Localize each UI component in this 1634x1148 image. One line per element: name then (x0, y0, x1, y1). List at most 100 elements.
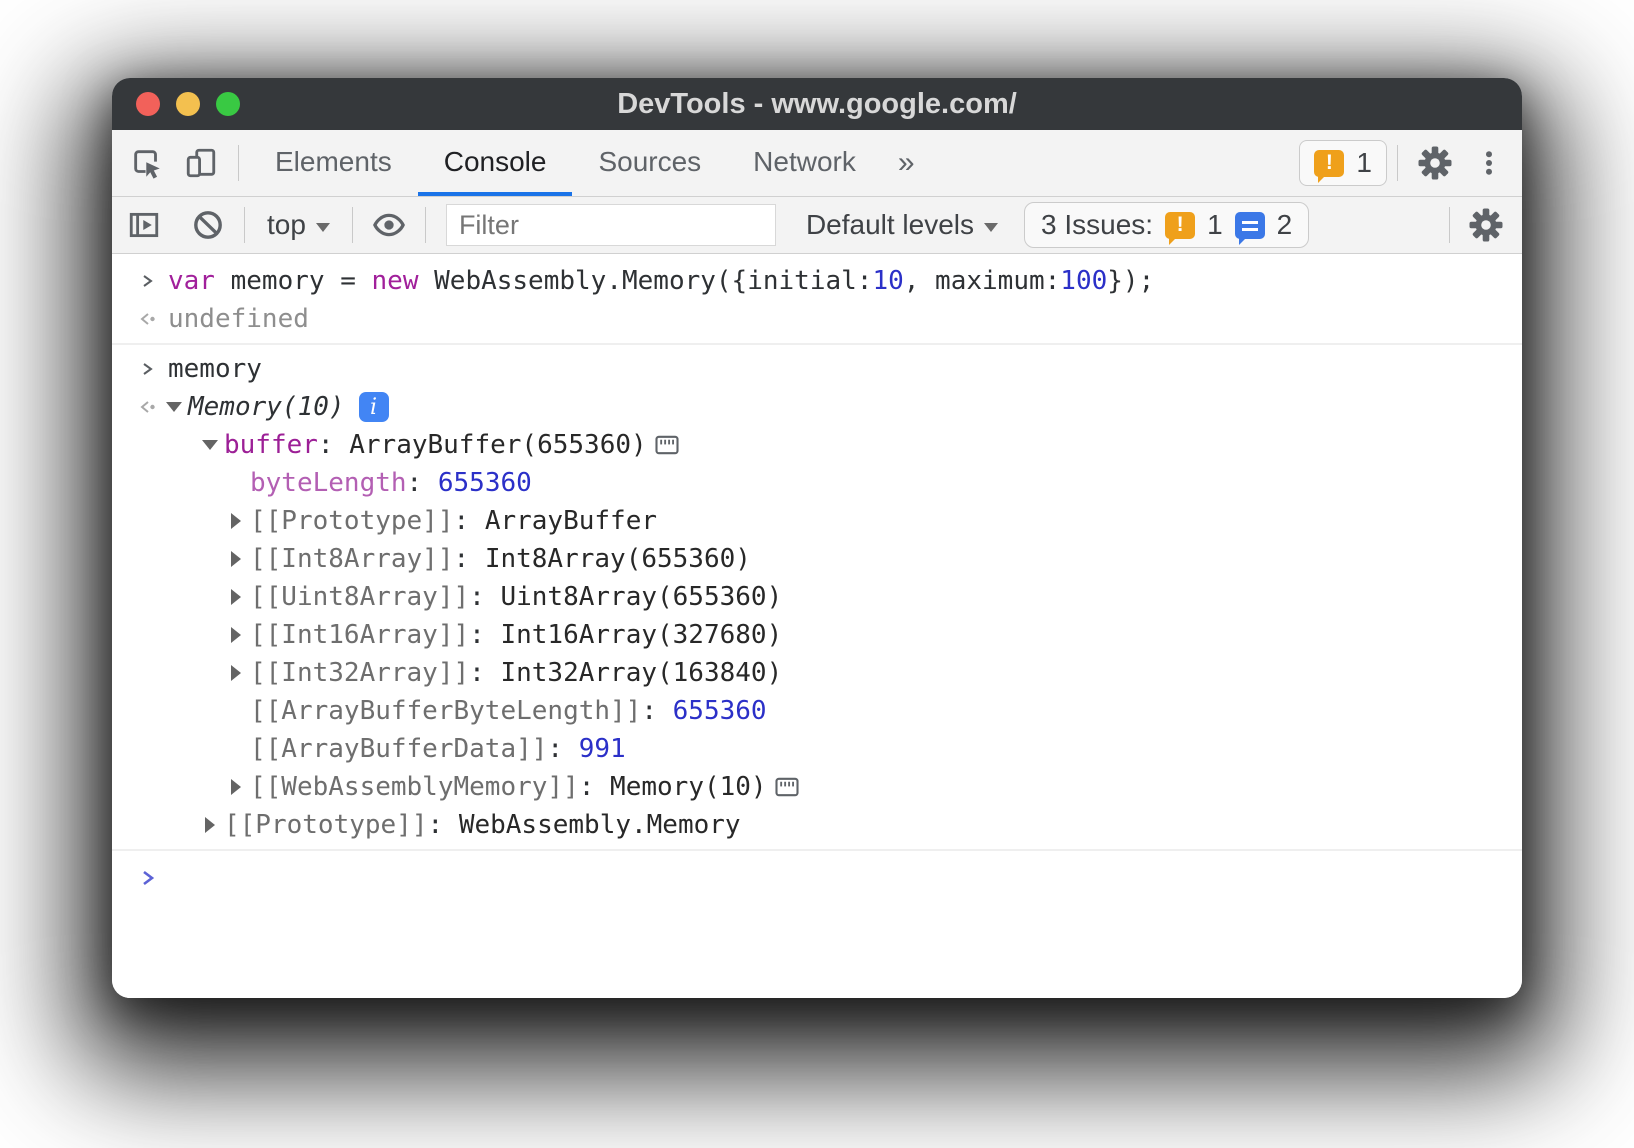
object-preview: Memory(10) (188, 392, 345, 422)
tree-row-webassemblymemory: [[WebAssemblyMemory]]: Memory(10) (112, 768, 1522, 806)
colon: : (469, 620, 500, 650)
property-value: WebAssembly.Memory (459, 810, 741, 840)
log-levels-selector[interactable]: Default levels (794, 209, 1010, 241)
tree-row-buffer: buffer: ArrayBuffer(655360) (112, 426, 1522, 464)
tab-network[interactable]: Network (727, 130, 882, 196)
message-count: 2 (1277, 209, 1293, 241)
colon: : (579, 772, 610, 802)
expand-triangle[interactable] (228, 551, 244, 567)
property-value: 991 (579, 734, 626, 764)
inspect-element-button[interactable] (120, 130, 174, 196)
code-text: , maximum: (904, 266, 1061, 296)
close-button[interactable] (136, 92, 160, 116)
code-text: memory (168, 354, 262, 384)
gear-icon (1468, 207, 1504, 243)
expand-triangle[interactable] (228, 589, 244, 605)
tree-row-int8array: [[Int8Array]]: Int8Array(655360) (112, 540, 1522, 578)
issues-label: 3 Issues: (1041, 209, 1153, 241)
memory-chip-icon (773, 774, 801, 800)
clear-console-button[interactable] (182, 197, 234, 253)
tab-console[interactable]: Console (418, 130, 573, 196)
console-settings-button[interactable] (1460, 197, 1512, 253)
tree-row-prototype-memory: [[Prototype]]: WebAssembly.Memory (112, 806, 1522, 844)
colon: : (407, 468, 438, 498)
filter-input[interactable] (446, 204, 776, 246)
reveal-in-memory-inspector-button[interactable] (653, 432, 681, 458)
window-title: DevTools - www.google.com/ (617, 88, 1017, 121)
tree-row-arraybufferdata: [[ArrayBufferData]]: 991 (112, 730, 1522, 768)
expand-triangle[interactable] (202, 440, 218, 450)
toggle-device-toolbar-button[interactable] (174, 130, 228, 196)
console-toolbar: top Default levels 3 Issues: ! 1 (112, 197, 1522, 254)
expand-triangle[interactable] (228, 779, 244, 795)
console-prompt[interactable] (112, 856, 1522, 900)
expand-triangle[interactable] (202, 817, 218, 833)
levels-label: Default levels (806, 209, 974, 241)
expand-triangle[interactable] (228, 627, 244, 643)
console-command: var memory = new WebAssembly.Memory({ini… (112, 262, 1522, 300)
property-value: 655360 (673, 696, 767, 726)
console-command: memory (112, 350, 1522, 388)
issues-counter-button[interactable]: ! 1 (1299, 140, 1387, 186)
expand-triangle[interactable] (228, 665, 244, 681)
info-badge[interactable]: i (359, 392, 389, 422)
issue-warning-icon: ! (1165, 212, 1195, 239)
message-separator (112, 343, 1522, 345)
result-arrow-icon (138, 311, 158, 327)
property-name: byteLength (250, 468, 407, 498)
tree-row-uint8array: [[Uint8Array]]: Uint8Array(655360) (112, 578, 1522, 616)
message-separator (112, 849, 1522, 851)
tab-sources[interactable]: Sources (572, 130, 727, 196)
prompt-chevron-icon (138, 869, 158, 887)
titlebar: DevTools - www.google.com/ (112, 78, 1522, 130)
code-text: memory = (215, 266, 372, 296)
divider (425, 207, 426, 243)
divider (352, 207, 353, 243)
create-live-expression-button[interactable] (363, 197, 415, 253)
devtools-window: DevTools - www.google.com/ Elements Cons… (112, 78, 1522, 998)
property-value: ArrayBuffer(655360) (349, 430, 646, 460)
expand-triangle[interactable] (166, 402, 182, 412)
property-name: buffer (224, 430, 318, 460)
divider (1397, 145, 1398, 181)
devtools-tabbar: Elements Console Sources Network » ! 1 (112, 130, 1522, 197)
settings-button[interactable] (1408, 130, 1462, 196)
more-tabs-button[interactable]: » (882, 146, 931, 180)
zoom-button[interactable] (216, 92, 240, 116)
minimize-button[interactable] (176, 92, 200, 116)
chevron-down-icon (984, 223, 998, 232)
issue-warning-icon: ! (1314, 150, 1344, 177)
expand-triangle[interactable] (228, 513, 244, 529)
tab-elements[interactable]: Elements (249, 130, 418, 196)
issues-summary-button[interactable]: 3 Issues: ! 1 2 (1024, 202, 1309, 248)
tree-row-int32array: [[Int32Array]]: Int32Array(163840) (112, 654, 1522, 692)
internal-property-name: [[Prototype]] (250, 506, 454, 536)
tree-row-arraybufferbytelength: [[ArrayBufferByteLength]]: 655360 (112, 692, 1522, 730)
issues-count: 1 (1356, 147, 1372, 179)
issue-message-icon (1235, 212, 1265, 239)
javascript-context-selector[interactable]: top (255, 209, 342, 241)
eye-icon (371, 207, 407, 243)
colon: : (469, 582, 500, 612)
main-menu-button[interactable] (1462, 130, 1516, 196)
reveal-in-memory-inspector-button[interactable] (773, 774, 801, 800)
inspect-cursor-icon (130, 146, 164, 180)
device-toolbar-icon (184, 146, 218, 180)
number-literal: 100 (1060, 266, 1107, 296)
internal-property-name: [[WebAssemblyMemory]] (250, 772, 579, 802)
code-text: WebAssembly.Memory({initial: (418, 266, 872, 296)
result-undefined: undefined (168, 304, 309, 334)
gear-icon (1417, 145, 1453, 181)
property-value: Memory(10) (610, 772, 767, 802)
property-value: ArrayBuffer (485, 506, 657, 536)
divider (1449, 207, 1450, 243)
internal-property-name: [[Uint8Array]] (250, 582, 469, 612)
command-chevron-icon (138, 273, 158, 289)
keyword: new (372, 266, 419, 296)
number-literal: 10 (872, 266, 903, 296)
console-result-object: Memory(10) i (112, 388, 1522, 426)
code-text: }); (1107, 266, 1154, 296)
screenshot-stage: DevTools - www.google.com/ Elements Cons… (0, 0, 1634, 1148)
show-console-sidebar-button[interactable] (118, 197, 170, 253)
warning-count: 1 (1207, 209, 1223, 241)
